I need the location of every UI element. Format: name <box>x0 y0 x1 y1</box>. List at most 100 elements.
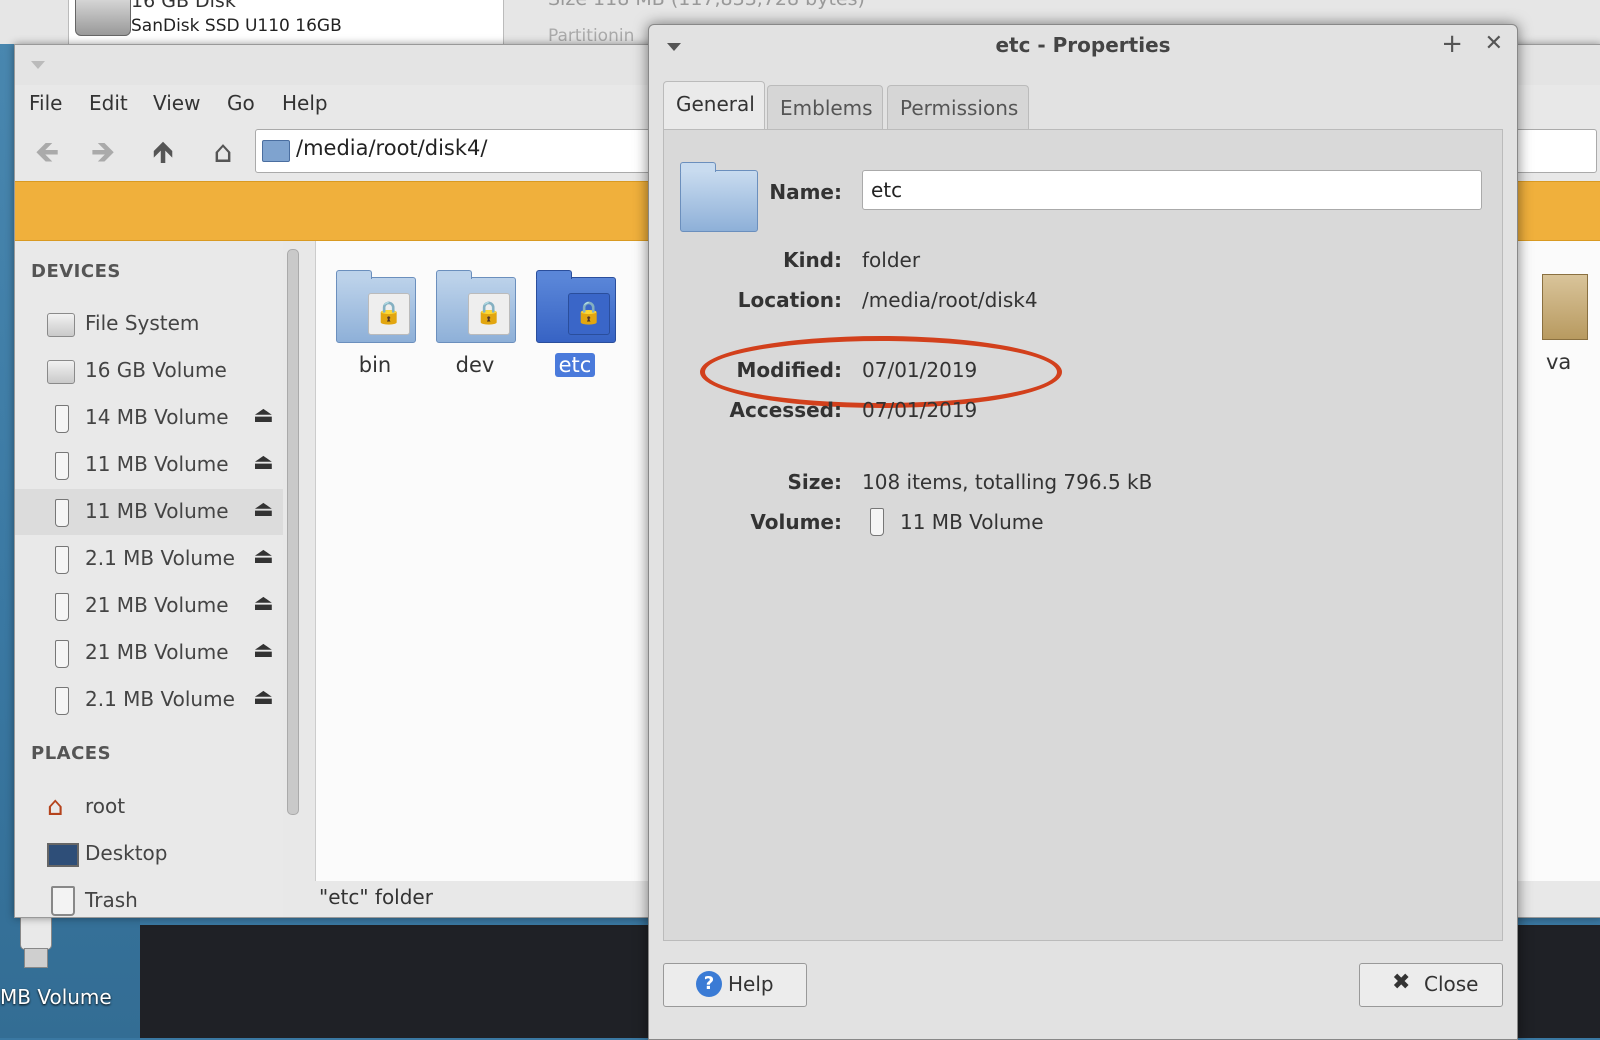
dialog-titlebar: etc - Properties + ✕ <box>649 25 1517 69</box>
disk-title: 16 GB Disk <box>131 0 236 12</box>
help-button[interactable]: ? Help <box>663 963 807 1007</box>
file-name: etc <box>530 353 620 377</box>
trash-icon <box>51 886 75 916</box>
file-item-etc[interactable]: 🔒 etc <box>530 269 620 389</box>
sidebar-item-label: Desktop <box>85 841 168 865</box>
sidebar-item-label: 2.1 MB Volume <box>85 687 235 711</box>
usb-drive-icon <box>55 687 69 715</box>
eject-icon[interactable]: ⏏ <box>253 450 274 475</box>
menu-edit[interactable]: Edit <box>89 91 128 115</box>
close-icon: ✖ <box>1392 970 1411 995</box>
location-label: Location: <box>737 288 842 312</box>
sidebar-item-11mb-volume[interactable]: 11 MB Volume ⏏ <box>15 442 283 488</box>
sidebar-item-16gb-volume[interactable]: 16 GB Volume <box>15 348 283 394</box>
modified-label: Modified: <box>736 358 842 382</box>
back-arrow-icon[interactable]: 🡸 <box>27 133 67 173</box>
general-panel: Name: Kind: folder Location: /media/root… <box>663 129 1503 941</box>
maximize-icon[interactable]: + <box>1441 29 1463 59</box>
eject-icon[interactable]: ⏏ <box>253 497 274 522</box>
sidebar-item-label: 14 MB Volume <box>85 405 229 429</box>
sidebar-item-label: File System <box>85 311 200 335</box>
disk-entry[interactable]: 16 GB Disk SanDisk SSD U110 16GB <box>68 0 504 44</box>
desktop-icon <box>47 843 79 867</box>
sidebar: DEVICES File System 16 GB Volume 14 MB V… <box>15 241 283 917</box>
tab-emblems[interactable]: Emblems <box>767 85 883 132</box>
menu-file[interactable]: File <box>29 91 62 115</box>
partition-fragment: Partitionin <box>548 26 635 46</box>
disk-model: SanDisk SSD U110 16GB <box>131 16 342 36</box>
sidebar-item-desktop[interactable]: Desktop <box>15 831 283 877</box>
desktop-volume-label[interactable]: MB Volume <box>0 985 112 1009</box>
disk-size-fragment: Size 118 MB (117,833,728 bytes) <box>548 0 865 10</box>
forward-arrow-icon[interactable]: 🡺 <box>83 133 123 173</box>
sidebar-item-label: 21 MB Volume <box>85 593 229 617</box>
sidebar-item-trash[interactable]: Trash <box>15 878 283 924</box>
properties-dialog: etc - Properties + ✕ General Emblems Per… <box>648 24 1518 1040</box>
lock-icon: 🔒 <box>368 293 410 335</box>
usb-drive-icon <box>55 452 69 480</box>
lock-icon: 🔒 <box>468 293 510 335</box>
usb-drive-icon <box>55 593 69 621</box>
size-label: Size: <box>787 470 842 494</box>
eject-icon[interactable]: ⏏ <box>253 403 274 428</box>
eject-icon[interactable]: ⏏ <box>253 685 274 710</box>
close-button-label: Close <box>1424 972 1479 996</box>
sidebar-item-file-system[interactable]: File System <box>15 301 283 347</box>
modified-value: 07/01/2019 <box>862 358 978 382</box>
status-text: "etc" folder <box>319 885 433 909</box>
sidebar-item-2-1mb-volume-2[interactable]: 2.1 MB Volume ⏏ <box>15 677 283 723</box>
path-text: /media/root/disk4/ <box>296 136 488 160</box>
sidebar-item-label: 11 MB Volume <box>85 499 229 523</box>
file-name: bin <box>358 353 392 377</box>
window-menu-icon[interactable] <box>31 61 45 69</box>
eject-icon[interactable]: ⏏ <box>253 638 274 663</box>
kind-label: Kind: <box>783 248 842 272</box>
location-value: /media/root/disk4 <box>862 288 1038 312</box>
menu-view[interactable]: View <box>153 91 200 115</box>
file-item-dev[interactable]: 🔒 dev <box>430 269 520 389</box>
harddisk-icon <box>47 360 75 384</box>
places-heading: PLACES <box>31 743 112 764</box>
tab-general[interactable]: General <box>663 81 765 130</box>
help-icon: ? <box>696 971 722 997</box>
eject-icon[interactable]: ⏏ <box>253 591 274 616</box>
sidebar-item-11mb-volume-selected[interactable]: 11 MB Volume ⏏ <box>15 489 283 535</box>
usb-drive-icon <box>870 508 884 536</box>
up-arrow-icon[interactable]: 🡹 <box>143 133 183 173</box>
harddisk-icon <box>47 313 75 337</box>
help-button-label: Help <box>728 972 774 996</box>
file-item-bin[interactable]: 🔒 bin <box>330 269 420 389</box>
devices-heading: DEVICES <box>31 261 121 282</box>
menu-help[interactable]: Help <box>282 91 328 115</box>
partial-file-name: va <box>1546 350 1572 374</box>
kind-value: folder <box>862 248 921 272</box>
lock-icon: 🔒 <box>568 293 610 335</box>
sidebar-item-label: 21 MB Volume <box>85 640 229 664</box>
home-icon: ⌂ <box>47 792 64 822</box>
tab-permissions[interactable]: Permissions <box>887 85 1029 132</box>
home-icon[interactable]: ⌂ <box>203 133 243 173</box>
volume-value: 11 MB Volume <box>900 510 1044 534</box>
sidebar-scrollbar[interactable] <box>287 249 299 815</box>
close-icon[interactable]: ✕ <box>1485 31 1503 56</box>
sidebar-item-root[interactable]: ⌂ root <box>15 784 283 830</box>
folder-icon <box>262 140 290 162</box>
accessed-label: Accessed: <box>729 398 842 422</box>
sidebar-item-14mb-volume[interactable]: 14 MB Volume ⏏ <box>15 395 283 441</box>
sidebar-item-label: 11 MB Volume <box>85 452 229 476</box>
usb-drive-icon <box>55 405 69 433</box>
close-button[interactable]: ✖ Close <box>1359 963 1503 1007</box>
usb-drive-icon <box>55 499 69 527</box>
file-name: dev <box>455 353 495 377</box>
sidebar-item-21mb-volume-2[interactable]: 21 MB Volume ⏏ <box>15 630 283 676</box>
name-field[interactable] <box>862 170 1482 210</box>
eject-icon[interactable]: ⏏ <box>253 544 274 569</box>
menu-go[interactable]: Go <box>227 91 255 115</box>
dialog-title: etc - Properties <box>995 33 1171 57</box>
partial-folder-icon[interactable] <box>1542 274 1588 340</box>
accessed-value: 07/01/2019 <box>862 398 978 422</box>
sidebar-item-21mb-volume[interactable]: 21 MB Volume ⏏ <box>15 583 283 629</box>
usb-drive-icon <box>55 640 69 668</box>
sidebar-item-2-1mb-volume[interactable]: 2.1 MB Volume ⏏ <box>15 536 283 582</box>
sidebar-item-label: Trash <box>85 888 138 912</box>
